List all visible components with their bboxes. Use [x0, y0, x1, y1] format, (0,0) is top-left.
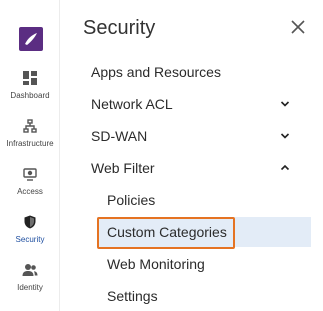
- identity-icon: [22, 262, 38, 278]
- submenu-item-label: Settings: [107, 288, 158, 304]
- rail-item-label: Access: [17, 187, 43, 196]
- shield-icon: [22, 214, 38, 230]
- submenu-item-web-monitoring[interactable]: Web Monitoring: [61, 249, 311, 279]
- chevron-down-icon: [280, 133, 290, 139]
- panel-title: Security: [83, 17, 156, 39]
- submenu-item-label: Policies: [107, 192, 156, 208]
- rail-item-identity[interactable]: Identity: [0, 262, 60, 306]
- submenu-item-policies[interactable]: Policies: [61, 185, 311, 215]
- chevron-up-icon: [280, 164, 290, 171]
- rail-item-access[interactable]: Access: [0, 166, 60, 210]
- logo-mark-icon: [25, 33, 37, 45]
- app-logo[interactable]: [19, 27, 43, 51]
- icon-rail: Dashboard Infrastructure Access Security…: [0, 0, 60, 311]
- close-button[interactable]: [291, 20, 309, 38]
- close-icon: [291, 20, 305, 34]
- submenu-item-label: Web Monitoring: [107, 256, 205, 272]
- rail-item-label: Security: [15, 235, 45, 244]
- submenu-item-label: Custom Categories: [107, 224, 227, 240]
- access-icon: [22, 166, 38, 182]
- menu-item-label: Web Filter: [91, 160, 155, 176]
- infrastructure-icon: [22, 118, 38, 134]
- submenu-item-settings[interactable]: Settings: [61, 281, 311, 311]
- menu-item-apps-and-resources[interactable]: Apps and Resources: [61, 57, 311, 87]
- menu-item-sd-wan[interactable]: SD-WAN: [61, 121, 311, 151]
- rail-item-infrastructure[interactable]: Infrastructure: [0, 118, 60, 162]
- rail-item-dashboard[interactable]: Dashboard: [0, 70, 60, 114]
- menu-item-network-acl[interactable]: Network ACL: [61, 89, 311, 119]
- submenu-item-custom-categories[interactable]: Custom Categories: [97, 217, 311, 247]
- chevron-down-icon: [280, 101, 290, 107]
- security-panel: Security Apps and Resources Network ACL …: [61, 0, 323, 311]
- menu-item-label: Network ACL: [91, 96, 173, 112]
- rail-item-label: Identity: [17, 283, 43, 292]
- rail-item-label: Dashboard: [10, 91, 50, 100]
- rail-item-security[interactable]: Security: [0, 214, 60, 258]
- dashboard-icon: [22, 70, 38, 86]
- rail-item-label: Infrastructure: [6, 139, 54, 148]
- menu-item-label: SD-WAN: [91, 128, 148, 144]
- menu-item-web-filter[interactable]: Web Filter: [61, 153, 311, 183]
- menu-item-label: Apps and Resources: [91, 64, 221, 80]
